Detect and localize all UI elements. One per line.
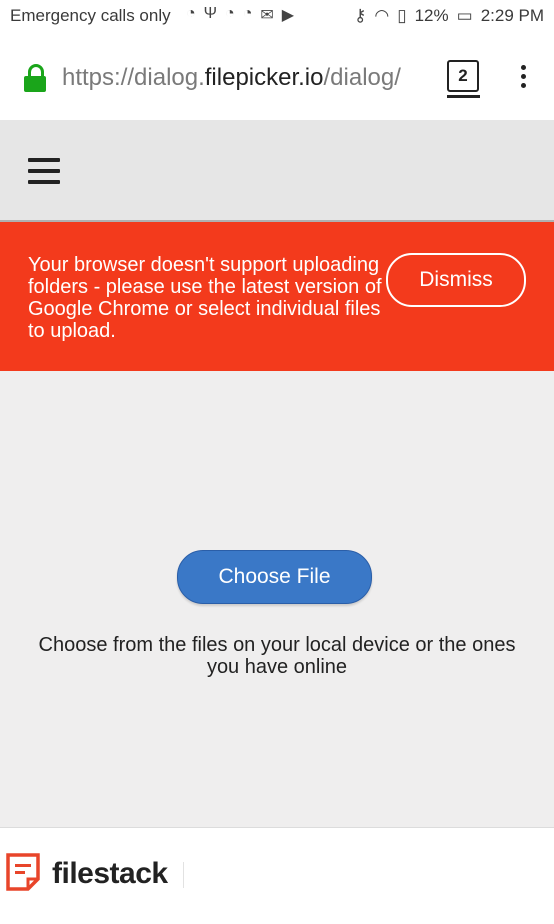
overflow-menu-icon[interactable] <box>519 65 527 91</box>
firefox-icon: ◔ <box>225 5 235 22</box>
battery-percent: 12% <box>414 6 449 25</box>
warning-banner: Your browser doesn't support uploading f… <box>0 222 554 371</box>
browser-toolbar: https://dialog.filepicker.io/dialog/ 2 <box>0 34 554 120</box>
tab-switcher-underline <box>447 95 480 98</box>
footer-divider <box>183 862 184 888</box>
url-host: filepicker.io <box>204 64 324 91</box>
upload-area: Choose File Choose from the files on you… <box>0 371 554 827</box>
battery-icon: ▭ <box>456 6 473 25</box>
dismiss-button[interactable]: Dismiss <box>386 253 526 307</box>
firefox-icon: ◔ <box>186 5 196 22</box>
url-suffix: /dialog/ <box>323 64 401 91</box>
tab-switcher-button[interactable]: 2 <box>447 60 479 92</box>
notification-icons: ◔ Ψ ◔ ◔ ✉ ▶ <box>186 5 294 25</box>
filestack-logo-text: filestack <box>52 857 168 890</box>
system-icons: ⚷ ◠ ▯ 12% ▭ 2:29 PM <box>354 6 544 26</box>
hamburger-menu-icon[interactable] <box>28 158 60 184</box>
carrier-label: Emergency calls only <box>10 6 171 25</box>
url-prefix: https://dialog. <box>62 64 205 91</box>
banner-message: Your browser doesn't support uploading f… <box>28 254 382 342</box>
alert-icon: ▯ <box>397 6 407 25</box>
choose-file-button[interactable]: Choose File <box>177 550 372 604</box>
wifi-icon: ◠ <box>374 6 390 25</box>
upload-description: Choose from the files on your local devi… <box>38 634 516 678</box>
filestack-logo-icon <box>6 853 40 891</box>
url-field[interactable]: https://dialog.filepicker.io/dialog/ <box>62 64 430 92</box>
footer: filestack <box>0 827 554 924</box>
key-icon: ⚷ <box>353 6 367 25</box>
status-bar: Emergency calls only ◔ Ψ ◔ ◔ ✉ ▶ ⚷ ◠ ▯ 1… <box>0 0 554 34</box>
app-header <box>0 120 554 222</box>
media-icon: ▶ <box>281 7 295 24</box>
gmail-icon: ✉ <box>260 7 274 24</box>
lock-icon[interactable] <box>24 64 46 92</box>
clock: 2:29 PM <box>480 6 544 25</box>
firefox-icon: ◔ <box>242 5 253 22</box>
usb-icon: Ψ <box>203 5 218 22</box>
